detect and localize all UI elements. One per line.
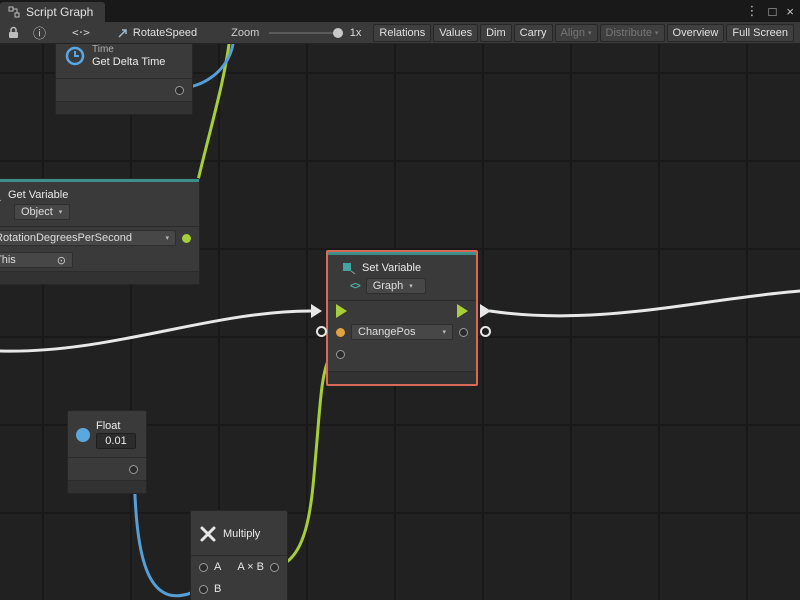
window-controls: ⋮ □ × — [746, 0, 794, 22]
port-result-label: A × B — [237, 561, 264, 573]
flow-output-arrow[interactable] — [457, 304, 468, 318]
chevron-down-icon: ▾ — [59, 208, 63, 216]
port-row: B — [191, 578, 287, 600]
node-header: Time Get Delta Time — [56, 44, 192, 78]
port-value-output[interactable] — [182, 234, 191, 243]
zoom-value: 1x — [350, 27, 362, 39]
zoom-label: Zoom — [231, 27, 259, 39]
node-header: Get Variable Object ▾ — [0, 182, 199, 226]
wire-control-in[interactable] — [0, 311, 311, 351]
node-title: Set Variable — [362, 262, 421, 274]
port-a-input[interactable] — [199, 563, 208, 572]
float-value-field[interactable]: 0.01 — [96, 433, 136, 449]
tab-script-graph[interactable]: Script Graph — [0, 2, 105, 22]
node-title: Get Delta Time — [92, 56, 165, 68]
multiply-icon — [199, 525, 217, 543]
node-title: Multiply — [223, 528, 260, 540]
tab-title: Script Graph — [26, 5, 93, 19]
port-variable-name-input[interactable] — [336, 328, 345, 337]
tab-bar: Script Graph ⋮ □ × — [0, 0, 800, 22]
zoom-slider[interactable] — [269, 32, 338, 34]
info-icon[interactable]: ⓘ — [33, 23, 46, 42]
graph-toolbar: ⓘ <·> RotateSpeed Zoom 1x Relations Valu… — [0, 22, 800, 44]
variable-name-dropdown[interactable]: RotationDegreesPerSecond ▾ — [0, 230, 176, 246]
fullscreen-button[interactable]: Full Screen — [726, 24, 794, 42]
node-footer — [0, 271, 199, 284]
graph-canvas[interactable]: Time Get Delta Time Get Variable — [0, 44, 800, 600]
node-header: Multiply — [191, 511, 287, 555]
variable-target-field[interactable]: This ⊙ — [0, 252, 73, 268]
node-get-variable[interactable]: Get Variable Object ▾ RotationDegreesPer… — [0, 178, 200, 285]
flow-port-row — [328, 301, 476, 321]
wire-control-out[interactable] — [490, 291, 800, 316]
port-row: RotationDegreesPerSecond ▾ — [0, 227, 199, 249]
float-type-icon — [76, 428, 90, 442]
port-row: A A × B — [191, 556, 287, 578]
port-result-output[interactable] — [270, 563, 279, 572]
dim-button[interactable]: Dim — [480, 24, 512, 42]
node-header: Set Variable <> Graph ▾ — [328, 255, 476, 300]
values-button[interactable]: Values — [433, 24, 478, 42]
toolbar-buttons: Relations Values Dim Carry Align▾ Distri… — [373, 24, 796, 42]
port-a-label: A — [214, 561, 221, 573]
node-footer — [328, 371, 476, 384]
unity-window: Script Graph ⋮ □ × ⓘ <·> RotateSpeed Zoo… — [0, 0, 800, 600]
variable-scope-dropdown[interactable]: Graph ▾ — [366, 278, 426, 294]
connection-ring-right[interactable] — [480, 326, 491, 337]
node-category: Time — [92, 44, 165, 55]
node-footer — [56, 101, 192, 114]
port-b-input[interactable] — [199, 585, 208, 594]
maximize-icon[interactable]: □ — [769, 4, 777, 19]
chevron-down-icon: ▾ — [165, 234, 169, 242]
wire-control-in-arrow — [311, 304, 322, 318]
clock-icon — [64, 45, 86, 67]
chevron-down-icon: ▾ — [409, 282, 413, 290]
port-row — [328, 343, 476, 365]
relations-button[interactable]: Relations — [373, 24, 431, 42]
node-multiply[interactable]: Multiply A A × B B — [190, 510, 288, 600]
menu-icon[interactable]: ⋮ — [746, 3, 759, 19]
graph-asset-icon — [117, 27, 129, 39]
distribute-button: Distribute▾ — [600, 24, 665, 42]
node-float[interactable]: Float 0.01 — [67, 410, 147, 494]
object-picker-icon[interactable]: ⊙ — [57, 254, 66, 267]
port-seconds-output[interactable] — [175, 86, 184, 95]
port-row — [56, 79, 192, 101]
variable-name-dropdown[interactable]: ChangePos ▾ — [351, 324, 453, 340]
graph-scope-icon: <> — [350, 281, 360, 292]
node-set-variable[interactable]: Set Variable <> Graph ▾ ChangePos — [326, 250, 478, 386]
chevron-down-icon: ▾ — [655, 29, 659, 37]
port-value-input[interactable] — [336, 350, 345, 359]
chevron-down-icon: ▾ — [588, 29, 592, 37]
overview-button[interactable]: Overview — [667, 24, 725, 42]
flow-input-arrow[interactable] — [336, 304, 347, 318]
port-value-output[interactable] — [459, 328, 468, 337]
script-graph-icon — [8, 6, 20, 18]
graph-name-label: RotateSpeed — [133, 27, 197, 39]
node-title: Float — [96, 420, 136, 432]
variable-scope-dropdown[interactable]: Object ▾ — [14, 204, 70, 220]
align-button: Align▾ — [555, 24, 598, 42]
zoom-slider-handle[interactable] — [333, 28, 343, 38]
connection-ring-left[interactable] — [316, 326, 327, 337]
port-row — [68, 458, 146, 480]
lock-icon[interactable] — [8, 26, 19, 39]
carry-button[interactable]: Carry — [514, 24, 553, 42]
variable-icon — [0, 189, 2, 201]
port-float-output[interactable] — [129, 465, 138, 474]
port-b-label: B — [214, 583, 221, 595]
port-row: This ⊙ — [0, 249, 199, 271]
code-view-icon[interactable]: <·> — [72, 26, 89, 39]
variable-icon — [342, 262, 356, 274]
node-header: Float 0.01 — [68, 411, 146, 457]
port-row: ChangePos ▾ — [328, 321, 476, 343]
node-get-delta-time[interactable]: Time Get Delta Time — [55, 44, 193, 115]
node-footer — [68, 480, 146, 493]
node-title: Get Variable — [8, 189, 68, 201]
chevron-down-icon: ▾ — [442, 328, 446, 336]
close-icon[interactable]: × — [786, 4, 794, 19]
